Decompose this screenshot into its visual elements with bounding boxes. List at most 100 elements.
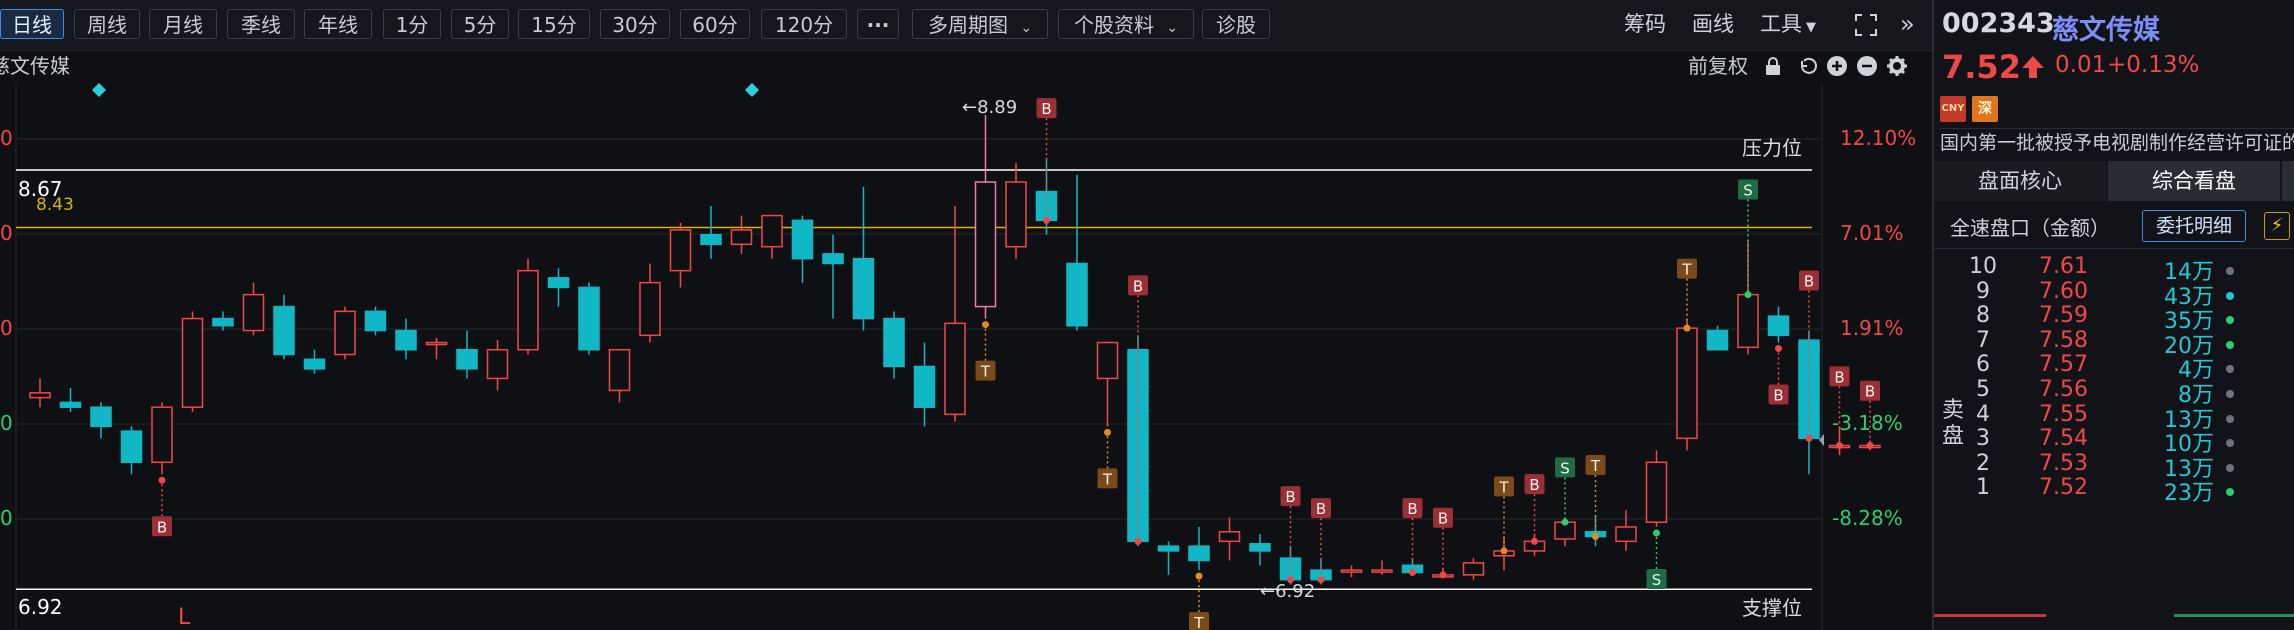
candle-body <box>1737 293 1759 349</box>
ask-activity-dot <box>2226 316 2234 325</box>
ask-level: 2 <box>1976 450 1990 476</box>
fullscreen-icon[interactable] <box>1854 13 1878 37</box>
right-pct-tick: -3.18% <box>1832 411 1903 435</box>
candle-body <box>1371 569 1393 573</box>
signal-label: S <box>1743 182 1753 200</box>
period-toolbar: 日线 周线 月线 季线 年线 1分 5分 15分 30分 60分 120分 ··… <box>0 0 1932 51</box>
ask-price: 7.52 <box>2039 475 2088 501</box>
ask-price: 7.58 <box>2039 327 2088 353</box>
flash-icon[interactable]: ⚡ <box>2264 212 2290 240</box>
period-day-button[interactable]: 日线 <box>0 9 64 39</box>
ask-level: 7 <box>1976 327 1990 353</box>
signal-dot <box>1805 434 1813 442</box>
full-depth-label[interactable]: 全速盘口（金额） <box>1950 212 2110 241</box>
candle-body <box>1005 181 1027 248</box>
signal-label: S <box>1560 459 1570 477</box>
candle-body <box>1035 190 1058 222</box>
multi-period-dropdown[interactable]: 多周期图 ⌄ <box>912 9 1048 39</box>
candle-body <box>1706 329 1729 351</box>
candle-body <box>1462 562 1485 576</box>
right-pct-tick: -8.28% <box>1832 506 1903 530</box>
arrow-up-icon <box>2020 54 2046 84</box>
period-week-button[interactable]: 周线 <box>74 9 140 39</box>
candles <box>29 114 1881 585</box>
zoom-out-icon[interactable] <box>1856 55 1878 77</box>
signal-label: S <box>1652 571 1662 589</box>
candle-body <box>1340 569 1363 573</box>
ratio-red <box>1934 614 2046 617</box>
candle-body <box>273 305 295 356</box>
order-detail-button[interactable]: 委托明细 <box>2142 210 2246 242</box>
candle-body <box>1615 526 1637 543</box>
signal-dot <box>1836 442 1843 450</box>
tools-dropdown[interactable]: 工具 ▼ <box>1760 9 1816 39</box>
period-30min-button[interactable]: 30分 <box>600 9 670 39</box>
signal-dot <box>1561 518 1569 526</box>
signal-dot <box>1744 291 1752 299</box>
candle-body <box>822 253 844 265</box>
stock-name[interactable]: 慈文传媒 <box>2052 8 2160 47</box>
candle-body <box>669 229 692 272</box>
period-5min-button[interactable]: 5分 <box>451 9 509 39</box>
signal-dot <box>1775 345 1782 353</box>
period-quarter-button[interactable]: 季线 <box>227 9 295 39</box>
period-15min-button[interactable]: 15分 <box>518 9 590 39</box>
support-label: 支撑位 <box>1742 596 1802 620</box>
signal-label: B <box>1834 368 1844 386</box>
tab-core[interactable]: 盘面核心 <box>1934 161 2106 201</box>
candle-body <box>425 341 448 346</box>
ask-activity-dot <box>2226 291 2234 300</box>
zoom-in-icon[interactable] <box>1826 55 1848 77</box>
chips-button[interactable]: 筹码 <box>1624 9 1666 39</box>
collapse-panel-icon[interactable]: » <box>1900 12 1922 36</box>
candle-body <box>761 214 783 248</box>
signal-dot <box>1043 216 1050 224</box>
stock-info-dropdown[interactable]: 个股资料 ⌄ <box>1058 9 1194 39</box>
kline-chart[interactable]: B T B T B T B B B B T B S T S T S B B B B 0 0 0 0 0 12.10% 7… <box>0 83 1932 630</box>
period-marker-diamond[interactable] <box>92 83 106 97</box>
signal-label: B <box>1407 500 1417 518</box>
candle-body <box>730 229 753 246</box>
period-120min-button[interactable]: 120分 <box>761 9 847 39</box>
period-month-button[interactable]: 月线 <box>149 9 217 39</box>
undo-icon[interactable] <box>1796 55 1818 77</box>
ask-row[interactable]: 1 7.52 23万 <box>1934 475 2294 511</box>
right-pct-tick: 7.01% <box>1840 221 1904 245</box>
candle-body <box>1188 545 1210 562</box>
right-pct-tick: 1.91% <box>1840 316 1904 340</box>
candle-body <box>1249 542 1271 552</box>
low-annotation: ←6.92 <box>1260 581 1315 602</box>
tab-more[interactable] <box>2282 161 2294 201</box>
stock-caption: 慈文传媒 <box>0 54 70 78</box>
more-periods-button[interactable]: ··· <box>857 9 899 39</box>
ask-level: 3 <box>1976 426 1990 452</box>
period-1min-button[interactable]: 1分 <box>383 9 441 39</box>
candle-body <box>1218 531 1241 543</box>
signal-dot <box>1500 547 1508 555</box>
period-year-button[interactable]: 年线 <box>304 9 372 39</box>
price-change-pct: +0.13% <box>2107 52 2200 78</box>
draw-line-button[interactable]: 画线 <box>1692 9 1734 39</box>
gear-icon[interactable] <box>1886 55 1908 77</box>
signal-label: T <box>1590 457 1601 475</box>
candle-body <box>486 348 509 380</box>
period-marker-diamond[interactable] <box>745 83 759 97</box>
chart-subbar: 慈文传媒 前复权 <box>0 51 1932 83</box>
support-price-label: 6.92 <box>18 595 63 619</box>
adjust-mode-button[interactable]: 前复权 <box>1688 51 1748 81</box>
candle-body <box>90 406 112 428</box>
candle-body <box>974 181 997 308</box>
lock-icon[interactable] <box>1762 55 1784 77</box>
period-60min-button[interactable]: 60分 <box>680 9 750 39</box>
tab-overview[interactable]: 综合看盘 <box>2108 161 2280 201</box>
ask-activity-dot <box>2226 414 2234 423</box>
ask-level: 8 <box>1976 303 1990 329</box>
ask-price: 7.55 <box>2039 401 2088 427</box>
ratio-green <box>2174 614 2294 617</box>
company-description: 国内第一批被授予电视剧制作经营许可证的民营企业 <box>1940 128 2294 157</box>
ask-activity-dot <box>2226 267 2234 275</box>
left-tick: 0 <box>0 506 13 530</box>
diagnose-button[interactable]: 诊股 <box>1202 9 1270 39</box>
multi-period-label: 多周期图 <box>927 13 1008 37</box>
signal-dot <box>1531 537 1538 545</box>
